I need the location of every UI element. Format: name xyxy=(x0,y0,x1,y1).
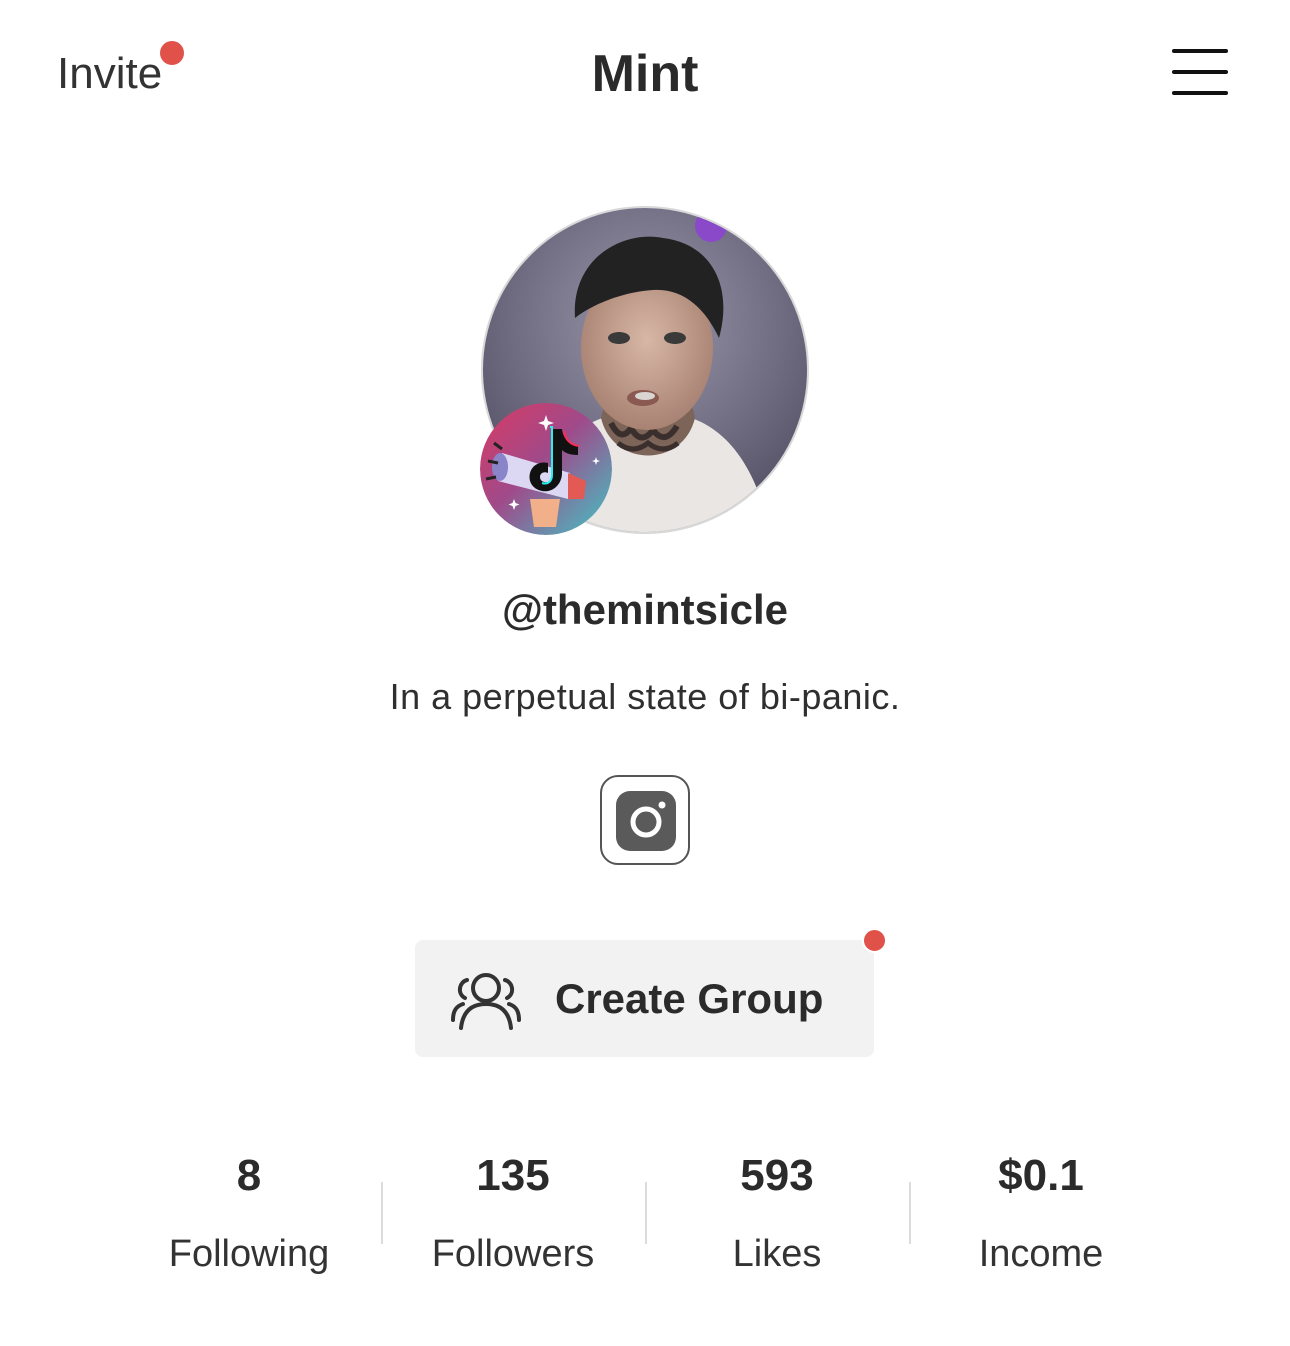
stat-value: 8 xyxy=(236,1151,262,1200)
stat-likes[interactable]: 593 Likes xyxy=(645,1140,909,1290)
profile-stats: 8 Following 135 Followers 593 Likes $0.1… xyxy=(117,1140,1173,1290)
group-icon xyxy=(451,973,521,1030)
username: @themintsicle xyxy=(501,586,789,633)
tiktok-promote-badge-icon xyxy=(480,403,612,535)
create-group-label: Create Group xyxy=(555,975,824,1022)
hamburger-icon[interactable] xyxy=(1168,44,1232,100)
menu-line xyxy=(1172,49,1228,53)
stat-value: 593 xyxy=(740,1151,814,1200)
stat-value: $0.1 xyxy=(998,1151,1084,1200)
stat-followers[interactable]: 135 Followers xyxy=(381,1140,645,1290)
instagram-icon xyxy=(616,791,676,851)
stat-following[interactable]: 8 Following xyxy=(117,1140,381,1290)
bio-text: In a perpetual state of bi-panic. xyxy=(389,676,901,717)
instagram-link-button[interactable] xyxy=(600,775,690,865)
menu-line xyxy=(1172,70,1228,74)
stat-label: Income xyxy=(978,1233,1104,1275)
stat-label: Following xyxy=(168,1233,330,1275)
stat-label: Followers xyxy=(431,1233,595,1275)
create-group-notification-dot xyxy=(862,928,887,953)
stat-label: Likes xyxy=(732,1233,822,1275)
stat-income[interactable]: $0.1 Income xyxy=(909,1140,1173,1290)
menu-line xyxy=(1172,91,1228,95)
create-group-button[interactable]: Create Group xyxy=(415,940,874,1057)
stat-value: 135 xyxy=(476,1151,550,1200)
page-title: Mint xyxy=(591,45,699,103)
profile-page: Invite Mint @themintsicle In a perpetual… xyxy=(0,0,1290,1346)
